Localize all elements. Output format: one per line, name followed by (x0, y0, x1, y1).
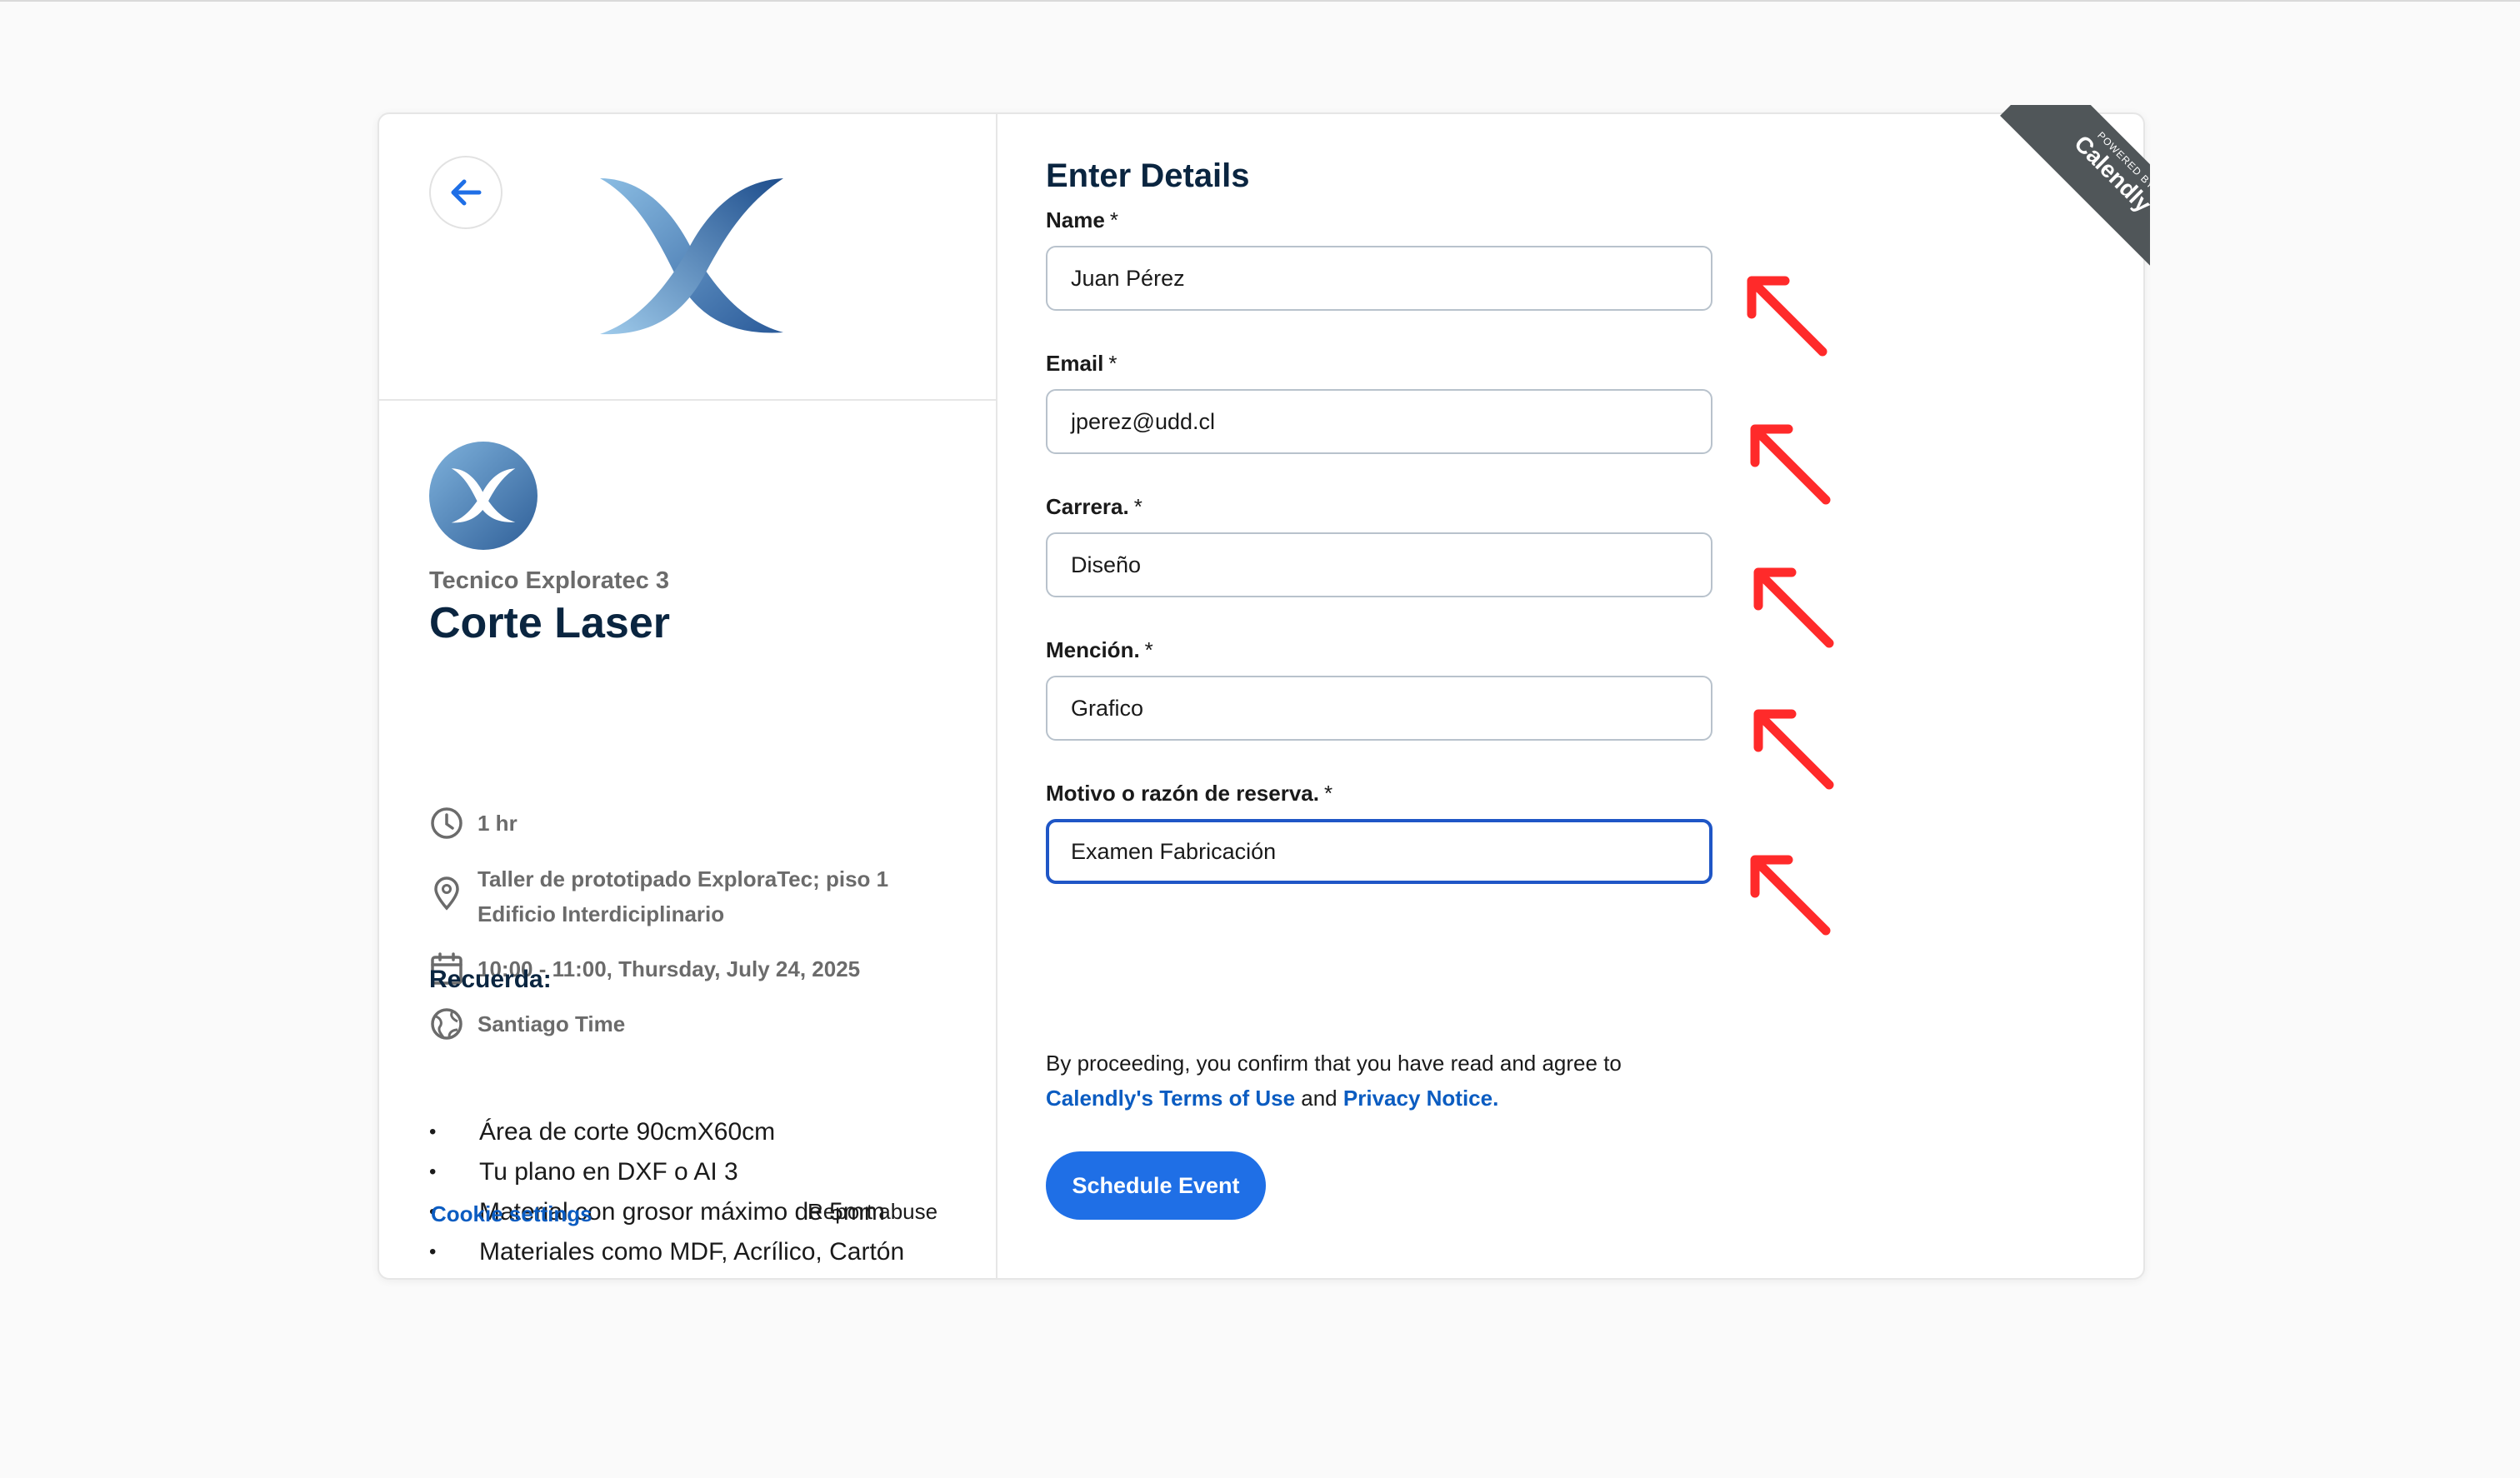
required-marker: * (1109, 207, 1118, 232)
event-timezone: Santiago Time (429, 1006, 625, 1041)
list-item: Tu plano en DXF o AI 3 (429, 1152, 946, 1192)
motivo-label-text: Motivo o razón de reserva. (1046, 781, 1319, 806)
email-input[interactable]: jperez@udd.cl (1046, 389, 1712, 454)
carrera-label-text: Carrera. (1046, 494, 1129, 519)
annotation-arrow-icon (1747, 276, 1828, 357)
notes-list[interactable]: Área de corte 90cmX60cm Tu plano en DXF … (429, 1112, 946, 1264)
annotation-arrow-icon (1753, 567, 1834, 648)
annotation-arrow-icon (1750, 855, 1831, 936)
organizer-avatar (429, 442, 538, 550)
name-label-text: Name (1046, 207, 1105, 232)
legal-notice: By proceeding, you confirm that you have… (1046, 1046, 1796, 1116)
event-location: Taller de prototipado ExploraTec; piso 1… (429, 861, 888, 931)
form-title: Enter Details (1046, 157, 1250, 194)
event-title: Corte Laser (429, 599, 670, 647)
location-pin-icon (434, 876, 459, 911)
list-item: Materiales como MDF, Acrílico, Cartón (429, 1232, 946, 1264)
terms-of-use-link[interactable]: Calendly's Terms of Use (1046, 1086, 1295, 1111)
carrera-input[interactable]: Diseño (1046, 532, 1712, 597)
mencion-label-text: Mención. (1046, 637, 1140, 662)
legal-prefix: By proceeding, you confirm that you have… (1046, 1051, 1622, 1076)
event-details-panel: Tecnico Exploratec 3 Corte Laser 1 hr Ta… (379, 114, 998, 1278)
required-marker: * (1133, 494, 1142, 519)
schedule-event-button[interactable]: Schedule Event (1046, 1151, 1266, 1220)
required-marker: * (1144, 637, 1153, 662)
duration-text: 1 hr (478, 811, 518, 836)
annotation-arrow-icon (1753, 709, 1834, 790)
powered-by-calendly-ribbon[interactable]: POWERED BY Calendly (1975, 105, 2150, 280)
ribbon-band: POWERED BY Calendly (2000, 105, 2150, 280)
annotation-arrow-icon (1750, 424, 1831, 505)
clock-icon (431, 807, 462, 839)
organizer-name: Tecnico Exploratec 3 (429, 567, 669, 594)
list-item: Área de corte 90cmX60cm (429, 1112, 946, 1152)
back-button[interactable] (429, 156, 502, 229)
name-label: Name * (1046, 207, 1118, 233)
required-marker: * (1323, 781, 1333, 806)
company-logo-area (379, 114, 996, 401)
location-line-2: Edificio Interdiciplinario (478, 901, 725, 926)
carrera-label: Carrera. * (1046, 494, 1142, 520)
arrow-left-icon (451, 179, 482, 206)
required-marker: * (1108, 351, 1118, 376)
exploratec-x-logo (600, 178, 783, 335)
legal-and: and (1301, 1086, 1338, 1111)
report-abuse-link[interactable]: Report abuse (808, 1199, 938, 1225)
notes-title: Recuerda: (429, 966, 552, 993)
email-label-text: Email (1046, 351, 1104, 376)
motivo-label: Motivo o razón de reserva. * (1046, 781, 1332, 806)
privacy-notice-link[interactable]: Privacy Notice. (1343, 1086, 1498, 1111)
mencion-label: Mención. * (1046, 637, 1153, 663)
browser-edge-line (0, 0, 2520, 2)
email-label: Email * (1046, 351, 1118, 377)
booking-card: Tecnico Exploratec 3 Corte Laser 1 hr Ta… (378, 112, 2145, 1280)
motivo-input[interactable]: Examen Fabricación (1046, 819, 1712, 884)
name-input[interactable]: Juan Pérez (1046, 246, 1712, 311)
location-line-1: Taller de prototipado ExploraTec; piso 1 (478, 866, 889, 891)
globe-icon (431, 1008, 462, 1040)
mencion-input[interactable]: Grafico (1046, 676, 1712, 741)
exploratec-x-logo-small (451, 468, 516, 523)
cookie-settings-link[interactable]: Cookie settings (431, 1201, 592, 1227)
event-duration: 1 hr (429, 806, 518, 841)
booking-form-panel: Enter Details Name * Juan Pérez Email * jp… (998, 114, 2143, 1278)
calendly-brand-text: Calendly (2069, 130, 2150, 217)
timezone-text: Santiago Time (478, 1011, 626, 1036)
